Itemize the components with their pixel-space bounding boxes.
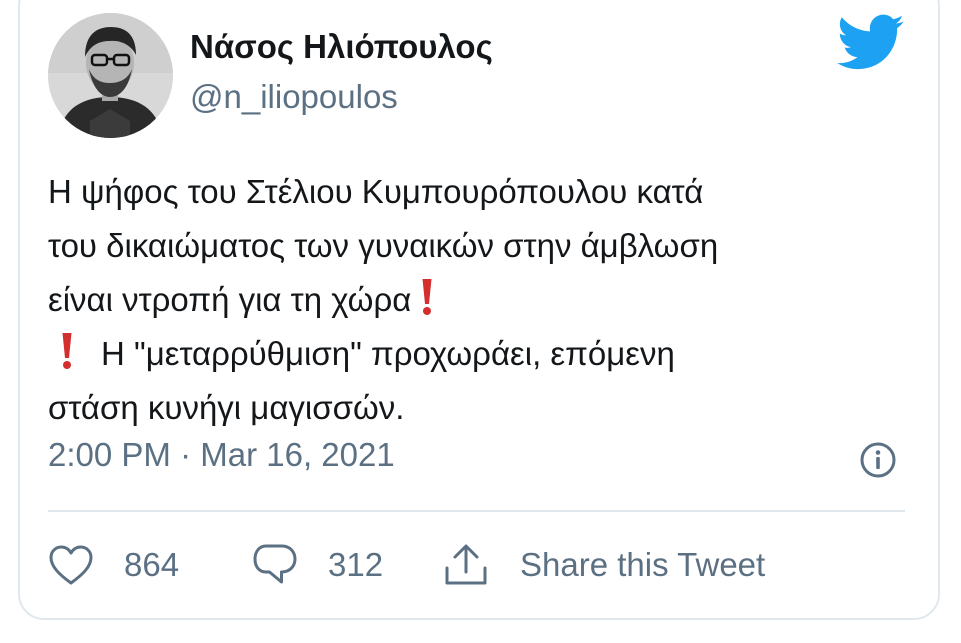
tweet-line-text: Η "μεταρρύθμιση" προχωράει, επόμενη (101, 335, 675, 372)
tweet-line: στάση κυνήγι μαγισσών. (48, 389, 405, 426)
tweet-timestamp[interactable]: 2:00 PM · Mar 16, 2021 (48, 436, 395, 474)
like-button[interactable]: 864 (48, 540, 179, 590)
info-icon[interactable] (858, 440, 898, 480)
divider (48, 510, 905, 512)
tweet-line: Η ψήφος του Στέλιου Κυμπουρόπουλου κατά (48, 173, 704, 210)
avatar[interactable] (48, 13, 173, 138)
reply-count: 312 (328, 546, 384, 583)
like-count: 864 (124, 546, 180, 583)
tweet-time[interactable]: 2:00 PM (48, 436, 171, 473)
author-handle[interactable]: @n_iliopoulos (190, 78, 398, 116)
exclamation-emoji-icon (421, 277, 433, 317)
tweet-text: Η ψήφος του Στέλιου Κυμπουρόπουλου κατά … (48, 165, 908, 435)
tweet-line-text: είναι ντροπή για τη χώρα (48, 281, 412, 318)
tweet-date[interactable]: Mar 16, 2021 (200, 436, 394, 473)
twitter-bird-icon[interactable] (837, 14, 905, 72)
tweet-line: είναι ντροπή για τη χώρα (48, 273, 908, 327)
meta-separator: · (170, 436, 201, 473)
reply-bubble-icon (252, 542, 298, 588)
tweet-line: Η "μεταρρύθμιση" προχωράει, επόμενη (48, 327, 908, 381)
heart-icon (48, 544, 94, 586)
reply-button[interactable]: 312 (252, 540, 383, 590)
share-button[interactable]: Share this Tweet (442, 540, 765, 590)
exclamation-emoji-icon (61, 331, 73, 371)
share-label: Share this Tweet (520, 546, 766, 583)
tweet-line: του δικαιώματος των γυναικών στην άμβλωσ… (48, 227, 719, 264)
author-name[interactable]: Νάσος Ηλιόπουλος (190, 28, 493, 66)
share-icon (442, 542, 490, 588)
